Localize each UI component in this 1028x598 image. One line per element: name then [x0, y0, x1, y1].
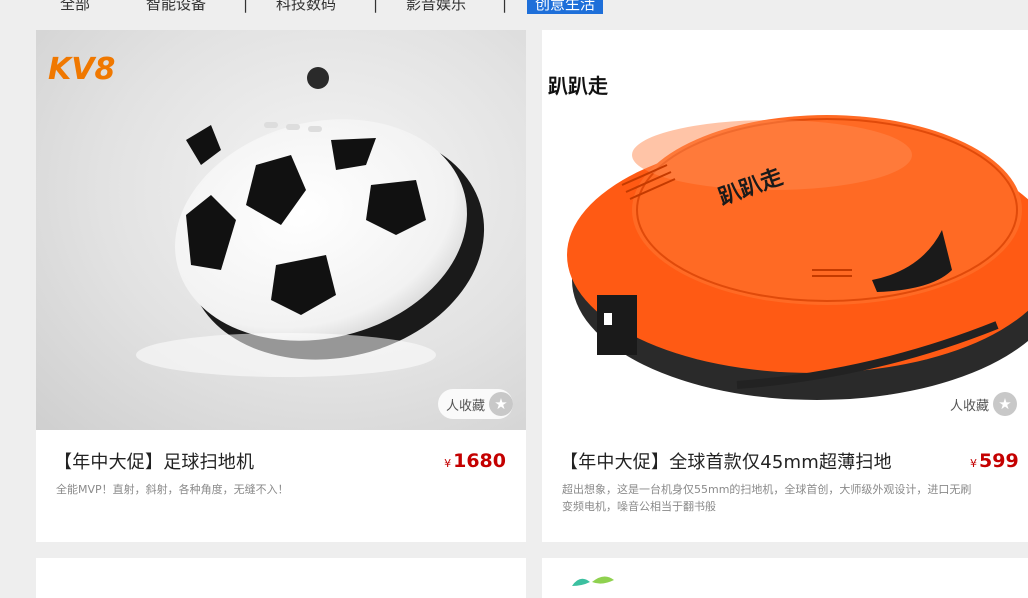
- nav-separator: |: [373, 0, 379, 13]
- product-card[interactable]: [36, 558, 526, 598]
- product-card[interactable]: KV8 人收藏 ★ 【年中大促】足球扫地机 ¥1680 全能MVP！直射，斜射，…: [36, 30, 526, 542]
- product-image[interactable]: KV8 人收藏 ★: [36, 30, 526, 430]
- description-line: 超出想象，这是一台机身仅55mm的扫地机，全球首创，大师级外观设计，进口无刷: [562, 483, 972, 496]
- nav-item-all[interactable]: 全部: [60, 0, 90, 14]
- orange-robot-vacuum-icon: 趴趴走: [567, 115, 1028, 400]
- product-card[interactable]: 趴趴走 趴趴走 人收藏 ★ 【年中大促】全球首款仅45mm超薄扫地 ¥599 超…: [542, 30, 1028, 542]
- favorite-label: 人收藏: [446, 398, 486, 414]
- product-card[interactable]: [542, 558, 1028, 598]
- favorite-label: 人收藏: [950, 398, 990, 414]
- star-icon[interactable]: ★: [489, 392, 514, 416]
- product-description: 全能MVP！直射，斜射，各种角度，无缝不入！: [56, 483, 289, 496]
- star-icon[interactable]: ★: [993, 392, 1018, 416]
- price-value: 1680: [453, 450, 506, 472]
- product-price: ¥599: [970, 450, 1019, 472]
- brand-logo: 趴趴走: [548, 74, 608, 98]
- leaf-logo-icon: [572, 576, 614, 586]
- description-line: 变频电机，噪音公相当于翻书般: [562, 500, 716, 513]
- nav-item-tech-digital[interactable]: 科技数码: [276, 0, 336, 14]
- price-value: 599: [979, 450, 1019, 472]
- product-title[interactable]: 【年中大促】足球扫地机: [54, 448, 254, 474]
- product-title[interactable]: 【年中大促】全球首款仅45mm超薄扫地: [560, 448, 892, 474]
- brand-logo: KV8: [48, 52, 116, 87]
- nav-item-av-entertainment[interactable]: 影音娱乐: [406, 0, 466, 14]
- currency-symbol: ¥: [970, 457, 977, 470]
- soccer-ball-robot-vacuum-icon: [136, 67, 485, 377]
- category-nav: 全部 智能设备 | 科技数码 | 影音娱乐 | 创意生活: [0, 0, 1028, 16]
- nav-separator: |: [502, 0, 508, 13]
- favorite-button[interactable]: 人收藏 ★: [942, 389, 1018, 419]
- product-image[interactable]: 趴趴走 趴趴走 人收藏 ★: [542, 30, 1028, 430]
- nav-separator: |: [243, 0, 249, 13]
- product-description: 超出想象，这是一台机身仅55mm的扫地机，全球首创，大师级外观设计，进口无刷 变…: [562, 481, 971, 515]
- favorite-button[interactable]: 人收藏 ★: [438, 389, 514, 419]
- currency-symbol: ¥: [444, 457, 452, 470]
- product-price: ¥1680: [444, 450, 506, 472]
- nav-item-creative-life[interactable]: 创意生活: [527, 0, 604, 14]
- nav-item-smart-devices[interactable]: 智能设备: [146, 0, 206, 14]
